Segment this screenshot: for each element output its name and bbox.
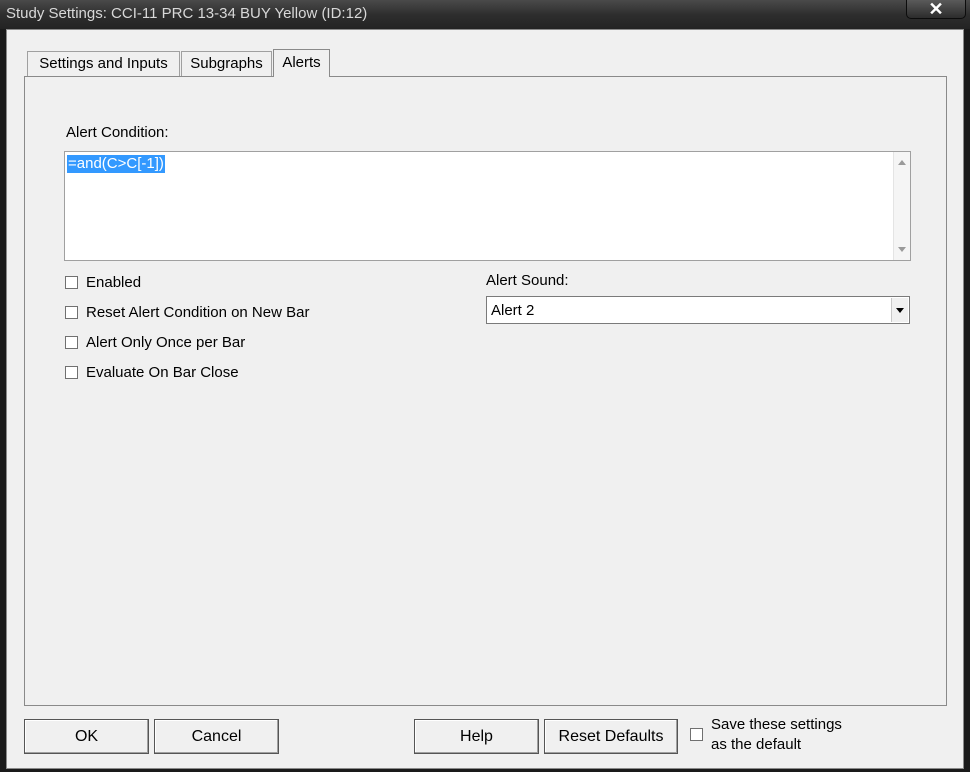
enabled-checkbox[interactable] bbox=[65, 276, 78, 289]
save-as-default-label-line2: as the default bbox=[711, 736, 802, 753]
alert-sound-value: Alert 2 bbox=[491, 302, 535, 319]
ok-button[interactable]: OK bbox=[24, 719, 149, 754]
alert-condition-input[interactable]: =and(C>C[-1]) bbox=[64, 151, 911, 261]
alert-condition-text: =and(C>C[-1]) bbox=[67, 155, 165, 173]
alert-sound-label: Alert Sound: bbox=[486, 272, 569, 289]
cancel-button[interactable]: Cancel bbox=[154, 719, 279, 754]
save-as-default-checkbox[interactable] bbox=[690, 728, 703, 741]
save-as-default-label-line1: Save these settings bbox=[711, 716, 842, 733]
alert-once-per-bar-checkbox[interactable] bbox=[65, 336, 78, 349]
alert-sound-dropdown-button[interactable] bbox=[891, 298, 908, 322]
alert-condition-scrollbar[interactable] bbox=[893, 152, 910, 260]
chevron-down-icon bbox=[896, 308, 904, 313]
alert-sound-select[interactable]: Alert 2 bbox=[486, 296, 910, 324]
cancel-button-label: Cancel bbox=[191, 728, 242, 745]
reset-defaults-button[interactable]: Reset Defaults bbox=[544, 719, 678, 754]
scroll-up-icon[interactable] bbox=[898, 160, 906, 165]
help-button[interactable]: Help bbox=[414, 719, 539, 754]
ok-button-label: OK bbox=[74, 728, 99, 745]
alert-once-per-bar-label: Alert Only Once per Bar bbox=[86, 334, 246, 351]
reset-alert-condition-label: Reset Alert Condition on New Bar bbox=[86, 304, 310, 321]
reset-alert-condition-checkbox[interactable] bbox=[65, 306, 78, 319]
evaluate-on-bar-close-label: Evaluate On Bar Close bbox=[86, 364, 239, 381]
enabled-label: Enabled bbox=[86, 274, 142, 291]
evaluate-on-bar-close-checkbox[interactable] bbox=[65, 366, 78, 379]
alert-condition-label: Alert Condition: bbox=[66, 124, 169, 141]
reset-defaults-button-label: Reset Defaults bbox=[558, 728, 664, 745]
help-button-label: Help bbox=[460, 728, 493, 745]
scroll-down-icon[interactable] bbox=[898, 247, 906, 252]
